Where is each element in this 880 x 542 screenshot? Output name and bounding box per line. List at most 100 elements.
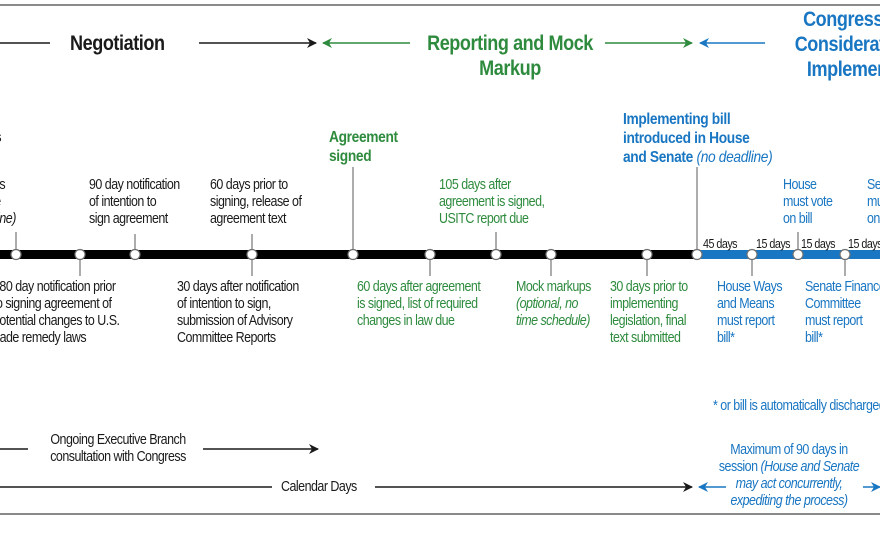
phase-negotiation: Negotiation (70, 32, 165, 55)
event-senate-vote-line3: on bill (867, 211, 880, 227)
event-usitc-line2: agreement is signed, (439, 194, 545, 210)
phase-reporting: Reporting and Mock Markup (424, 31, 596, 81)
event-thirty-after-line3: submission of Advisory (177, 313, 293, 329)
node-one-eighty (74, 248, 86, 261)
event-thirty-after-line2: of intention to sign, (177, 296, 271, 312)
interval-label-3: 15 days (801, 237, 836, 251)
footnote-discharged: * or bill is automatically discharged (713, 398, 880, 414)
node-thirty-prior (641, 248, 653, 261)
interval-label-4: 15 days (848, 237, 880, 251)
phase-congressional-line1: Congressional (803, 8, 880, 31)
event-thirty-prior-line4: text submitted (610, 330, 681, 346)
node-sixty-after (424, 248, 436, 261)
event-thirty-after-line1: 30 days after notification (177, 279, 299, 295)
maximum-days-label: Maximum of 90 days in session (House and… (707, 442, 870, 510)
node-ways-means (746, 248, 758, 261)
event-senate-vote-line2: must vote (867, 194, 880, 210)
event-thirty-prior-line3: legislation, final (610, 313, 686, 329)
event-sixty-prior-line1: 60 days prior to (210, 177, 288, 193)
event-usitc-line1: 105 days after (439, 177, 511, 193)
event-senate-finance-line4: bill* (805, 330, 823, 346)
node-usitc (490, 248, 502, 261)
event-usitc: 105 days after agreement is signed, USIT… (439, 177, 545, 228)
phase-congressional-line2: Consideration of (794, 33, 880, 56)
event-thirty-after: 30 days after notification of intention … (177, 279, 299, 347)
node-negotiations-conclude (10, 248, 22, 261)
event-sixty-after-line2: is signed, list of required (357, 296, 478, 312)
event-mock-markups: Mock markups (optional, no time schedule… (516, 279, 591, 330)
header-agreement-signed-line2: signed (329, 148, 372, 165)
event-house-vote-line1: House (783, 177, 817, 193)
maximum-days-line3: may act concurrently, (735, 476, 843, 492)
header-implementing-bill-note: (no deadline) (696, 149, 773, 166)
event-mock-markups-title: Mock markups (516, 279, 591, 295)
event-mock-markups-note-line2: time schedule) (516, 313, 590, 329)
event-ninety-day: 90 day notification of intention to sign… (89, 177, 180, 228)
event-thirty-after-line4: Committee Reports (177, 330, 276, 346)
event-house-vote-line2: must vote (783, 194, 833, 210)
event-ways-means-line3: must report (717, 313, 775, 329)
event-one-eighty-line3: potential changes to U.S. (0, 313, 120, 329)
calendar-days-label: Calendar Days (281, 479, 357, 495)
header-agreement-signed-line1: Agreement (329, 129, 398, 146)
event-ninety-day-line3: sign agreement (89, 211, 168, 227)
header-implementing-bill-line3-text: and Senate (623, 149, 693, 166)
event-usitc-line3: USITC report due (439, 211, 529, 227)
event-thirty-prior: 30 days prior to implementing legislatio… (610, 279, 688, 347)
maximum-days-line4: expediting the process) (730, 493, 848, 509)
interval-label-1: 45 days (703, 237, 738, 251)
event-one-eighty-line4: trade remedy laws (0, 330, 87, 346)
maximum-days-line1: Maximum of 90 days in (730, 442, 848, 458)
node-implementing-bill (691, 248, 703, 261)
event-senate-vote-line1: Senate (867, 177, 880, 193)
event-sixty-prior: 60 days prior to signing, release of agr… (210, 177, 302, 228)
maximum-days-line2-italic: (House and Senate (760, 459, 860, 475)
event-sixty-after: 60 days after agreement is signed, list … (357, 279, 481, 330)
event-senate-finance-line3: must report (805, 313, 863, 329)
consultation-label: Ongoing Executive Branch consultation wi… (32, 432, 204, 466)
event-thirty-prior-line2: implementing (610, 296, 678, 312)
node-senate-finance (839, 248, 851, 261)
event-one-eighty: 180 day notification prior to signing ag… (0, 279, 120, 347)
trade-agreement-timeline-diagram: Negotiation Reporting and Mock Markup Co… (0, 0, 880, 542)
node-ninety-day (129, 248, 141, 261)
event-sixty-prior-line2: signing, release of (210, 194, 302, 210)
event-senate-finance-line1: Senate Finance (805, 279, 880, 295)
header-agreement-signed: Agreement signed (329, 128, 398, 166)
interval-label-2: 15 days (756, 237, 791, 251)
timeline-bar-congressional (697, 250, 880, 259)
phase-reporting-line1: Reporting and Mock (427, 32, 593, 55)
node-house-vote (792, 248, 804, 261)
event-senate-finance: Senate Finance Committee must report bil… (805, 279, 880, 347)
event-house-vote-line3: on bill (783, 211, 812, 227)
header-implementing-bill-line3: and Senate (no deadline) (623, 148, 773, 167)
event-ways-means-line1: House Ways (717, 279, 783, 295)
header-implementing-bill: Implementing bill introduced in House an… (623, 110, 773, 167)
event-mock-markups-note-line1: (optional, no (516, 296, 578, 312)
event-negotiations-conclude-note: (no deadline) (0, 211, 16, 227)
phase-congressional: Congressional Consideration of Implement… (777, 7, 880, 82)
event-ninety-day-line1: 90 day notification (89, 177, 180, 193)
event-ways-means-line2: and Means (717, 296, 775, 312)
event-senate-finance-line2: Committee (805, 296, 861, 312)
phase-reporting-line2: Markup (479, 57, 541, 80)
event-negotiations-conclude-line1: Negotiations (0, 177, 16, 194)
event-senate-vote: Senate must vote on bill (867, 177, 880, 228)
node-agreement-signed (347, 248, 359, 261)
consultation-label-line2: consultation with Congress (50, 449, 186, 465)
event-sixty-prior-line3: agreement text (210, 211, 286, 227)
consultation-label-line1: Ongoing Executive Branch (50, 432, 186, 448)
event-sixty-after-line3: changes in law due (357, 313, 455, 329)
node-sixty-thirty (246, 248, 258, 261)
event-one-eighty-line1: 180 day notification prior (0, 279, 116, 295)
header-implementing-bill-line2: introduced in House (623, 130, 750, 147)
event-ways-means: House Ways and Means must report bill* (717, 279, 783, 347)
event-negotiations-conclude-line2: conclude (0, 194, 16, 211)
header-implementing-bill-line1: Implementing bill (623, 111, 731, 128)
event-house-vote: House must vote on bill (783, 177, 833, 228)
event-ways-means-line4: bill* (717, 330, 735, 346)
maximum-days-line2-plain: session (718, 459, 761, 475)
event-ninety-day-line2: of intention to (89, 194, 157, 210)
phase-congressional-line3: Implementing (806, 58, 880, 81)
event-negotiations-conclude: Negotiations conclude (no deadline) (0, 177, 16, 228)
